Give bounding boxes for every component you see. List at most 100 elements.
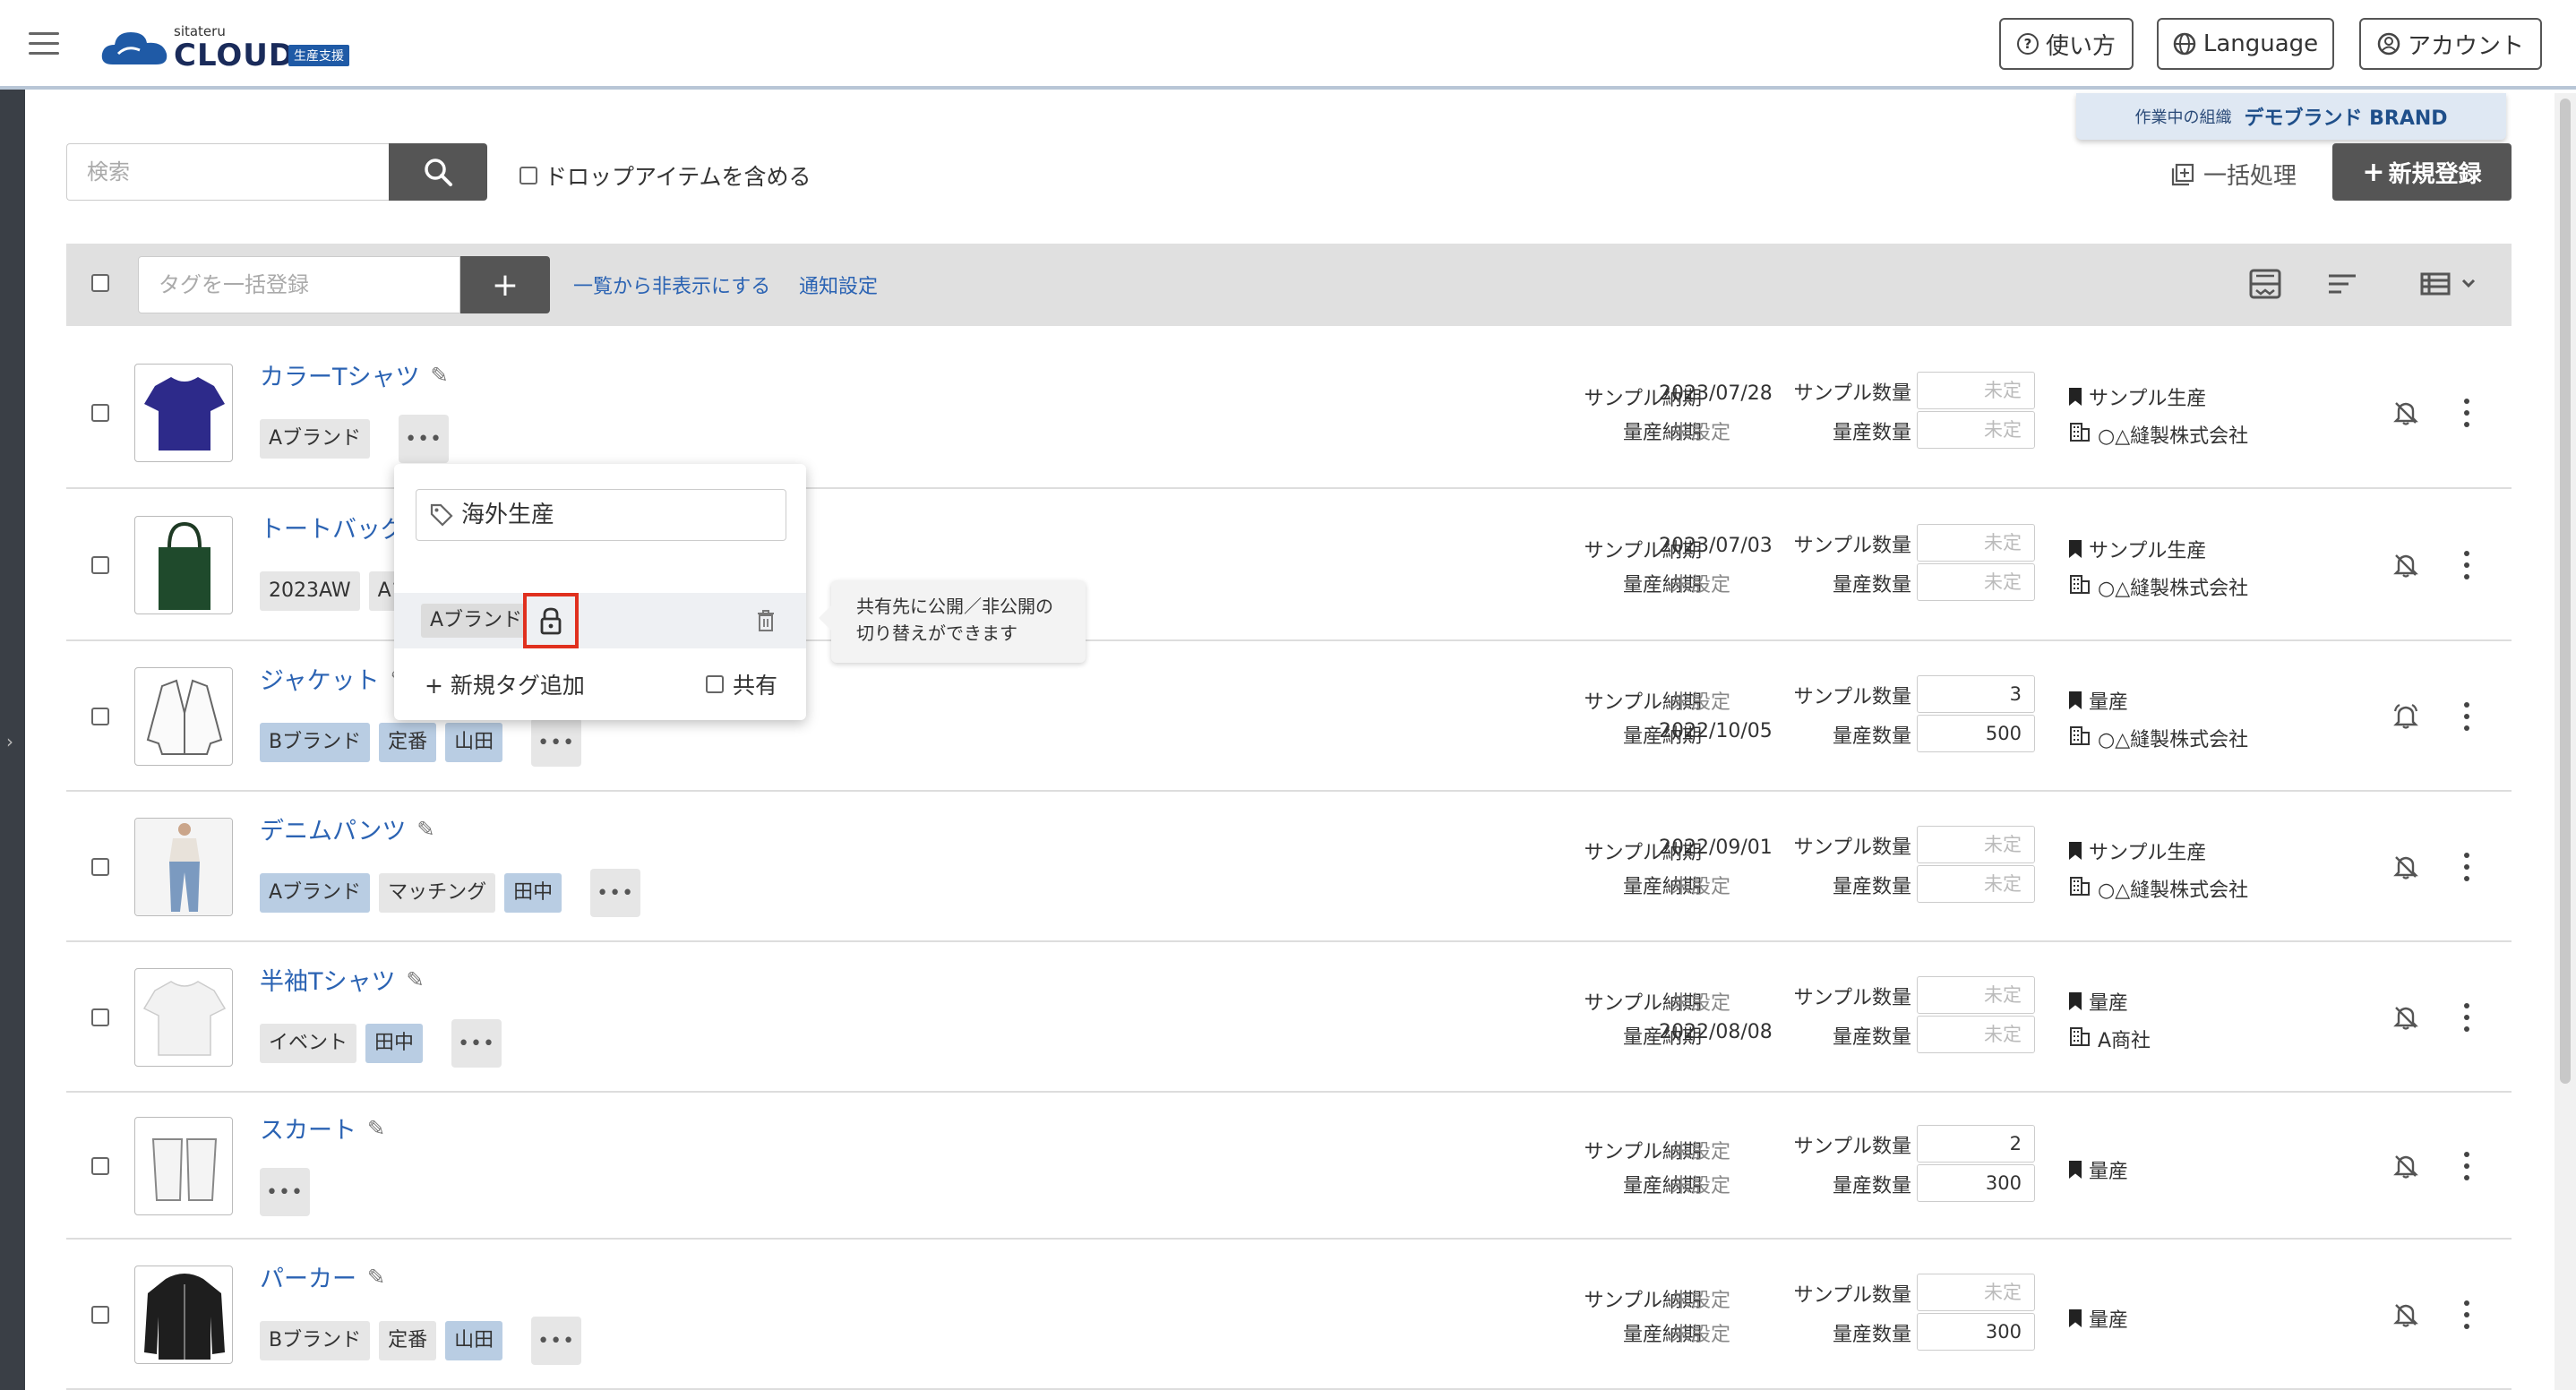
add-new-tag-button[interactable]: + 新規タグ追加	[425, 668, 585, 700]
row-checkbox[interactable]	[91, 1306, 109, 1324]
item-thumbnail[interactable]	[134, 667, 233, 766]
bell-icon[interactable]	[2391, 702, 2420, 731]
menu-icon[interactable]	[29, 32, 59, 56]
item-tag[interactable]: イベント	[260, 1024, 357, 1063]
item-tag[interactable]: 定番	[379, 1321, 437, 1360]
pencil-icon[interactable]: ✎	[367, 1116, 385, 1141]
item-tag[interactable]: マッチング	[379, 873, 496, 913]
item-name-link[interactable]: スカート ✎	[260, 1111, 385, 1145]
item-tag[interactable]: 田中	[365, 1024, 424, 1063]
share-toggle-lock-button[interactable]	[523, 593, 579, 648]
language-button[interactable]: Language	[2157, 18, 2334, 70]
sample-qty-input[interactable]: 未定	[1917, 826, 2035, 863]
mass-qty-input[interactable]: 300	[1917, 1164, 2035, 1202]
more-vertical-icon[interactable]	[2463, 399, 2470, 427]
tag-more-button[interactable]: •••	[531, 1317, 582, 1365]
item-tag[interactable]: Aブランド	[260, 419, 371, 459]
item-row[interactable]: スカート ✎ ••• サンプル納期 量産納期 未設定 未設定 サンプル数量 量産数量 2 300 量産	[66, 1093, 2512, 1240]
sample-qty-input[interactable]: 3	[1917, 675, 2035, 713]
scrollbar[interactable]	[2555, 93, 2576, 1390]
item-thumbnail[interactable]	[134, 516, 233, 614]
bell-off-icon[interactable]	[2391, 399, 2420, 427]
tag-more-button[interactable]: •••	[531, 718, 582, 767]
item-name-link[interactable]: ジャケット✎	[260, 661, 408, 696]
mass-qty-input[interactable]: 未定	[1917, 865, 2035, 903]
item-tag[interactable]: 田中	[504, 873, 562, 913]
item-tag[interactable]: Bブランド	[260, 723, 371, 762]
more-vertical-icon[interactable]	[2463, 702, 2470, 731]
search-button[interactable]	[389, 143, 487, 201]
item-tag[interactable]: 山田	[445, 1321, 503, 1360]
item-thumbnail[interactable]	[134, 968, 233, 1067]
item-tag[interactable]: Aブランド	[260, 873, 371, 913]
sample-qty-input[interactable]: 未定	[1917, 372, 2035, 409]
bell-off-icon[interactable]	[2391, 1300, 2420, 1329]
row-checkbox[interactable]	[91, 1157, 109, 1175]
row-checkbox[interactable]	[91, 708, 109, 725]
more-vertical-icon[interactable]	[2463, 1300, 2470, 1329]
item-thumbnail[interactable]	[134, 818, 233, 916]
item-row[interactable]: デニムパンツ ✎ Aブランド マッチング 田中 ••• サンプル納期 量産納期 2022/09/…	[66, 792, 2512, 942]
include-drop-checkbox[interactable]: ドロップアイテムを含める	[519, 159, 811, 192]
share-checkbox[interactable]: 共有	[706, 668, 777, 700]
sample-qty-input[interactable]: 2	[1917, 1125, 2035, 1163]
more-vertical-icon[interactable]	[2463, 853, 2470, 881]
item-name-link[interactable]: デニムパンツ ✎	[260, 811, 434, 846]
tag-search-input[interactable]: 海外生産	[416, 489, 786, 541]
bell-off-icon[interactable]	[2391, 1152, 2420, 1180]
item-name-link[interactable]: パーカー ✎	[260, 1259, 385, 1294]
row-checkbox[interactable]	[91, 556, 109, 574]
side-rail[interactable]: ›	[0, 90, 25, 1390]
hide-from-list-link[interactable]: 一覧から非表示にする	[573, 270, 770, 299]
item-thumbnail[interactable]	[134, 364, 233, 462]
bell-off-icon[interactable]	[2391, 1003, 2420, 1032]
item-thumbnail[interactable]	[134, 1266, 233, 1364]
item-tag[interactable]: 2023AW	[260, 571, 360, 611]
item-row[interactable]: パーカー ✎ Bブランド 定番 山田 ••• サンプル納期 量産納期 未設定 未設定 サンプル数量量…	[66, 1240, 2512, 1390]
checkbox[interactable]	[706, 675, 724, 693]
bell-off-icon[interactable]	[2391, 853, 2420, 881]
select-all-checkbox[interactable]	[91, 274, 109, 292]
sample-qty-input[interactable]: 未定	[1917, 976, 2035, 1014]
new-register-button[interactable]: + 新規登録	[2332, 143, 2512, 201]
mass-qty-input[interactable]: 未定	[1917, 1016, 2035, 1053]
list-view-dropdown-icon[interactable]	[2418, 267, 2483, 301]
tag-more-button[interactable]: •••	[590, 869, 641, 917]
notify-settings-link[interactable]: 通知設定	[799, 270, 878, 299]
mass-qty-input[interactable]: 300	[1917, 1313, 2035, 1351]
row-checkbox[interactable]	[91, 1008, 109, 1026]
bulk-tag-input[interactable]: タグを一括登録	[138, 256, 460, 313]
item-name-link[interactable]: 半袖Tシャツ ✎	[260, 962, 425, 997]
item-tag[interactable]: 山田	[445, 723, 503, 762]
tag-more-button[interactable]: •••	[260, 1168, 310, 1216]
pencil-icon[interactable]: ✎	[431, 363, 449, 388]
row-checkbox[interactable]	[91, 858, 109, 876]
bulk-action-button[interactable]: 一括処理	[2171, 158, 2297, 191]
bulk-tag-add-button[interactable]: +	[460, 256, 550, 313]
row-checkbox[interactable]	[91, 404, 109, 422]
logo[interactable]: sitateru CLOUD 生産支援	[100, 18, 378, 73]
help-button[interactable]: ? 使い方	[1999, 18, 2134, 70]
tag-more-button[interactable]: •••	[399, 415, 450, 463]
selected-tag-row[interactable]: Aブランド	[394, 593, 806, 648]
pencil-icon[interactable]: ✎	[407, 967, 425, 992]
mass-qty-input[interactable]: 500	[1917, 715, 2035, 752]
pencil-icon[interactable]: ✎	[367, 1265, 385, 1290]
more-vertical-icon[interactable]	[2463, 1003, 2470, 1032]
checkbox[interactable]	[519, 167, 537, 184]
trash-icon[interactable]	[756, 609, 776, 632]
bell-off-icon[interactable]	[2391, 551, 2420, 579]
mass-qty-input[interactable]: 未定	[1917, 411, 2035, 449]
sort-icon[interactable]	[2325, 267, 2359, 301]
search-input[interactable]: 検索	[66, 143, 389, 201]
item-row[interactable]: 半袖Tシャツ ✎ イベント 田中 ••• サンプル納期 量産納期 未設定 2022/08/08 サ…	[66, 942, 2512, 1093]
item-name-link[interactable]: カラーTシャツ ✎	[260, 357, 449, 392]
more-vertical-icon[interactable]	[2463, 551, 2470, 579]
sample-qty-input[interactable]: 未定	[1917, 524, 2035, 562]
scrollbar-thumb[interactable]	[2560, 99, 2571, 1084]
mass-qty-input[interactable]: 未定	[1917, 563, 2035, 601]
item-tag[interactable]: Bブランド	[260, 1321, 371, 1360]
sample-qty-input[interactable]: 未定	[1917, 1274, 2035, 1311]
tag-more-button[interactable]: •••	[451, 1019, 502, 1068]
item-tag[interactable]: 定番	[379, 723, 437, 762]
